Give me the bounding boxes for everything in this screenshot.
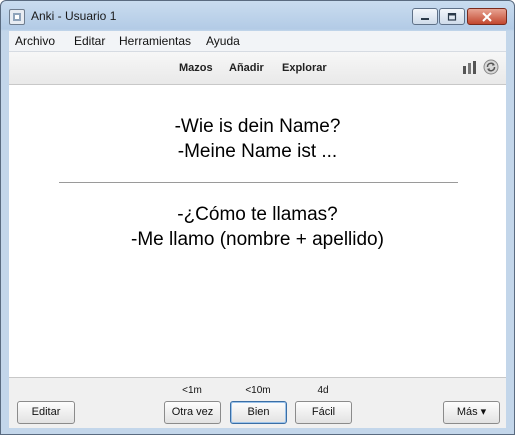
window-title: Anki - Usuario 1 <box>31 9 117 23</box>
menu-herramientas[interactable]: Herramientas <box>119 34 191 48</box>
card-back-line-1: -¿Cómo te llamas? <box>177 204 338 225</box>
menu-ayuda[interactable]: Ayuda <box>206 34 240 48</box>
title-bar: Anki - Usuario 1 <box>1 1 514 31</box>
card-display: -Wie is dein Name? -Meine Name ist ... -… <box>9 85 506 377</box>
interval-good-label: <10m <box>245 385 271 396</box>
sync-icon[interactable] <box>483 59 499 75</box>
interval-easy-label: 4d <box>317 385 329 396</box>
main-toolbar: Mazos Añadir Explorar <box>9 52 506 85</box>
edit-button[interactable]: Editar <box>17 401 75 424</box>
answer-divider <box>59 182 458 183</box>
menu-bar: Archivo Editar Herramientas Ayuda <box>9 31 506 52</box>
maximize-button[interactable] <box>439 8 465 25</box>
decks-link[interactable]: Mazos <box>179 62 213 74</box>
close-icon <box>482 11 492 22</box>
maximize-icon <box>447 12 457 21</box>
close-button[interactable] <box>467 8 507 25</box>
card-back-line-2: -Me llamo (nombre + apellido) <box>131 229 384 250</box>
card-front-line-2: -Meine Name ist ... <box>177 141 338 162</box>
interval-again-label: <1m <box>182 385 202 396</box>
review-bottom-bar: Editar <1m <10m 4d Otra vez Bien Fácil M… <box>9 377 506 428</box>
menu-archivo[interactable]: Archivo <box>15 34 55 48</box>
more-button[interactable]: Más ▾ <box>443 401 500 424</box>
add-link[interactable]: Añadir <box>229 62 264 74</box>
app-icon <box>9 9 25 25</box>
anki-window: Anki - Usuario 1 Archivo Editar Herramie… <box>0 0 515 435</box>
card-front-line-1: -Wie is dein Name? <box>174 116 341 137</box>
minimize-icon <box>421 17 429 20</box>
browse-link[interactable]: Explorar <box>282 62 327 74</box>
menu-editar[interactable]: Editar <box>74 34 105 48</box>
minimize-button[interactable] <box>412 8 438 25</box>
again-button[interactable]: Otra vez <box>164 401 221 424</box>
easy-button[interactable]: Fácil <box>295 401 352 424</box>
good-button[interactable]: Bien <box>230 401 287 424</box>
stats-icon[interactable] <box>462 60 478 75</box>
